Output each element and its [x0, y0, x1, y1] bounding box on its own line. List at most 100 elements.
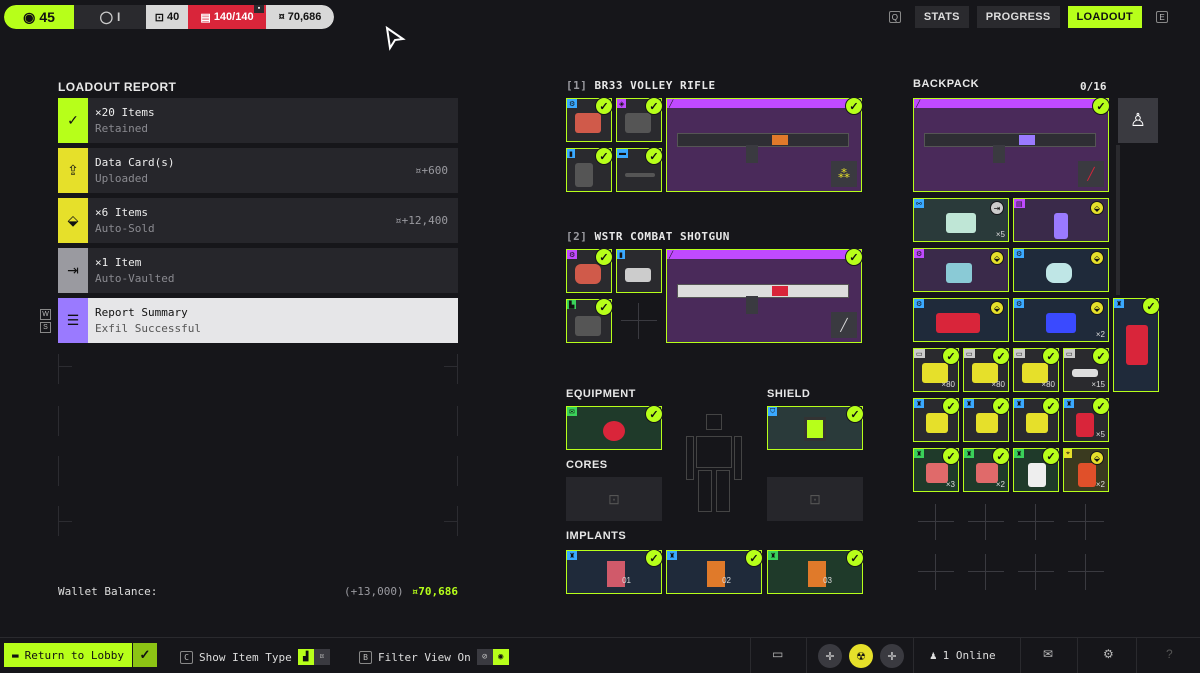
- weapon-2-title: [2] WSTR COMBAT SHOTGUN: [566, 230, 730, 243]
- level-icon: ◉: [23, 8, 36, 25]
- item-quantity: ×80: [941, 380, 955, 389]
- equipment-slot[interactable]: ✉ ✓: [566, 405, 663, 450]
- check-icon: ✓: [992, 397, 1010, 415]
- item-quantity: ×5: [995, 230, 1005, 239]
- report-row-summary[interactable]: ☰ Report Summary Exfil Successful: [58, 298, 458, 343]
- implant-slot-3[interactable]: ♜ 03 ✓: [767, 549, 864, 594]
- report-list: ✓ ×20 Items Retained ⇪ Data Card(s) Uplo…: [58, 98, 458, 348]
- report-row-main: ×20 Items: [95, 106, 155, 119]
- weapon-2-slot[interactable]: ╱ ╱ ✓: [666, 248, 863, 343]
- mod-art: [625, 113, 651, 133]
- chat-icon[interactable]: ▭: [772, 647, 783, 661]
- backpack-item[interactable]: ⚯ ⇥ ×5: [913, 198, 1009, 242]
- weapon-2-mod-slot[interactable]: ⚙ ✓: [566, 248, 613, 293]
- shield-slot[interactable]: ⛉ ✓: [767, 405, 864, 450]
- check-icon: ✓: [645, 147, 663, 165]
- empty-backpack-slot[interactable]: [968, 504, 1004, 540]
- backpack-item[interactable]: ⚙ ⬙: [913, 298, 1009, 342]
- mail-icon[interactable]: ✉: [1043, 647, 1053, 661]
- backpack-item[interactable]: ♜ ✓: [1013, 447, 1060, 492]
- mod-art: [575, 264, 601, 284]
- filter-view-toggle[interactable]: B Filter View On ⊘ ◉: [359, 649, 509, 665]
- tab-progress[interactable]: PROGRESS: [976, 6, 1060, 28]
- report-row-value: ¤ +12,400: [395, 198, 458, 243]
- backpack-item[interactable]: ♜ ✓: [963, 397, 1010, 442]
- weapon-2-mod-slot[interactable]: ▮: [616, 249, 662, 293]
- weapon-1-mod-slot[interactable]: ▬ ✓: [616, 147, 663, 192]
- empty-mod-slot[interactable]: [621, 303, 657, 339]
- report-row-auto-sold[interactable]: ⬙ ×6 Items Auto-Sold ¤ +12,400: [58, 198, 458, 243]
- core-slot-empty[interactable]: ⊡: [566, 477, 662, 521]
- report-row-retained[interactable]: ✓ ×20 Items Retained: [58, 98, 458, 143]
- core-icon: ⊡: [608, 490, 620, 507]
- mod-art: [625, 268, 651, 282]
- empty-backpack-slot[interactable]: [918, 554, 954, 590]
- eye-icon[interactable]: ◉: [492, 649, 509, 665]
- backpack-item[interactable]: ♜ ✓: [1013, 397, 1060, 442]
- backpack-ammo[interactable]: ▭ ✓ ×80: [913, 347, 960, 392]
- confirm-check-icon[interactable]: ✓: [132, 643, 157, 667]
- backpack-item-weapon[interactable]: ╱ ╱ ✓: [913, 97, 1110, 192]
- report-row-data-cards[interactable]: ⇪ Data Card(s) Uploaded ¤ +600: [58, 148, 458, 193]
- sell-icon: ⬙: [58, 198, 88, 243]
- core-slot-empty[interactable]: ⊡: [767, 477, 863, 521]
- weapon-1-mod-slot[interactable]: ◈ ✓: [616, 97, 663, 142]
- inventory-capacity: ▤ 140/140 ▪: [188, 5, 266, 29]
- weapon-1-slot[interactable]: ╱ ⁂ ✓: [666, 97, 863, 192]
- backpack-ammo[interactable]: ▭ ✓ ×15: [1063, 347, 1110, 392]
- backpack-ammo[interactable]: ▭ ✓ ×80: [1013, 347, 1060, 392]
- item-type-icon[interactable]: ▟: [297, 649, 314, 665]
- empty-backpack-slot[interactable]: [1068, 554, 1104, 590]
- show-item-type-toggle[interactable]: C Show Item Type ▟ ¤: [180, 649, 330, 665]
- check-icon: ✓: [992, 347, 1010, 365]
- check-icon: ✓: [595, 147, 613, 165]
- weapon-1-mod-slot[interactable]: ▮ ✓: [566, 147, 613, 192]
- return-to-lobby-button[interactable]: ▬ Return to Lobby ✓: [4, 643, 157, 667]
- check-icon: ✓: [595, 248, 613, 266]
- weapon-2-mod-slot[interactable]: ▙ ✓: [566, 298, 613, 343]
- empty-backpack-slot[interactable]: [1018, 554, 1054, 590]
- empty-backpack-slot[interactable]: [1018, 504, 1054, 540]
- radiation-icon[interactable]: ☢: [849, 644, 873, 668]
- implant-code: 02: [722, 576, 731, 585]
- backpack-item[interactable]: ♜ ✓ ×5: [1063, 397, 1110, 442]
- implant-slot-2[interactable]: ♜ 02 ✓: [666, 549, 763, 594]
- backpack-item[interactable]: ♜ ✓: [1113, 297, 1160, 392]
- settings-gear-icon[interactable]: ⚙: [1103, 647, 1114, 661]
- report-row-sub: Uploaded: [95, 172, 148, 185]
- shield-art: [804, 417, 826, 441]
- weapon-1-mod-slot[interactable]: ⚙ ✓: [566, 97, 613, 142]
- keys-count: ⊡ 40: [146, 5, 188, 29]
- check-icon: ✓: [1042, 347, 1060, 365]
- sell-icon: ⬙: [990, 251, 1004, 265]
- implant-slot-1[interactable]: ♜ 01 ✓: [566, 549, 663, 594]
- backpack-item[interactable]: ⚙ ⬙ ×2: [1013, 298, 1109, 342]
- backpack-item[interactable]: ♜ ✓ ×2: [963, 447, 1010, 492]
- online-count[interactable]: ♟ 1 Online: [930, 649, 996, 662]
- backpack-item[interactable]: ⌖ ⬙ ×2: [1063, 448, 1109, 492]
- nav-prev-key: Q: [888, 11, 901, 23]
- backpack-item[interactable]: ♜ ✓: [913, 397, 960, 442]
- ammo-icon: ⁂: [831, 161, 857, 187]
- character-view-icon[interactable]: ♙: [1118, 98, 1158, 143]
- backpack-scrollbar[interactable]: [1116, 145, 1120, 295]
- eye-off-icon[interactable]: ⊘: [476, 649, 493, 665]
- backpack-item[interactable]: ⚙ ⬙: [913, 248, 1009, 292]
- report-row-auto-vaulted[interactable]: ⇥ ×1 Item Auto-Vaulted: [58, 248, 458, 293]
- backpack-item[interactable]: ▤ ⬙: [1013, 198, 1109, 242]
- backpack-ammo[interactable]: ▭ ✓ ×80: [963, 347, 1010, 392]
- scope-icon: ◈: [617, 99, 627, 108]
- tab-loadout[interactable]: LOADOUT: [1067, 6, 1142, 28]
- crosshair-icon[interactable]: ✛: [818, 644, 842, 668]
- credits-type-icon[interactable]: ¤: [313, 649, 330, 665]
- backpack-item[interactable]: ♜ ✓ ×3: [913, 447, 960, 492]
- empty-backpack-slot[interactable]: [968, 554, 1004, 590]
- help-icon[interactable]: ?: [1166, 647, 1173, 661]
- empty-backpack-slot[interactable]: [1068, 504, 1104, 540]
- tab-stats[interactable]: STATS: [914, 6, 969, 28]
- ammo-icon: ▭: [1064, 349, 1075, 358]
- crosshair-icon[interactable]: ✛: [880, 644, 904, 668]
- item-quantity: ×80: [1041, 380, 1055, 389]
- backpack-item[interactable]: ⚙ ⬙: [1013, 248, 1109, 292]
- empty-backpack-slot[interactable]: [918, 504, 954, 540]
